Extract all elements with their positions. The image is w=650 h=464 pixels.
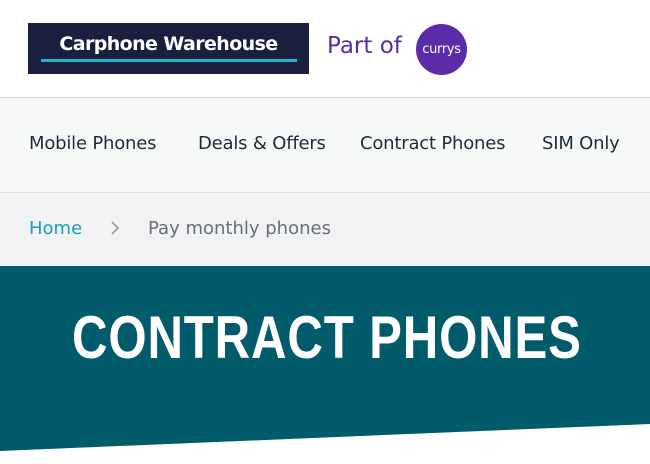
logo-underline [40, 58, 297, 62]
nav-sim-only[interactable]: SIM Only [542, 133, 620, 154]
breadcrumb: Home Pay monthly phones [0, 193, 650, 266]
part-of-label: Part of [327, 33, 402, 59]
nav-mobile-phones[interactable]: Mobile Phones [29, 133, 157, 154]
currys-logo-text: currys [422, 42, 461, 57]
breadcrumb-current-page: Pay monthly phones [148, 218, 331, 239]
nav-deals-offers[interactable]: Deals & Offers [198, 133, 326, 154]
hero-banner: CONTRACT PHONES [0, 266, 650, 464]
main-navigation: Mobile Phones Deals & Offers Contract Ph… [0, 97, 650, 193]
breadcrumb-home-link[interactable]: Home [29, 218, 82, 239]
site-header: Carphone Warehouse Part of currys [0, 0, 650, 97]
chevron-right-icon [111, 221, 120, 235]
logo-text: Carphone Warehouse [59, 32, 278, 55]
currys-logo-badge[interactable]: currys [416, 24, 467, 75]
carphone-warehouse-logo[interactable]: Carphone Warehouse [28, 23, 309, 74]
nav-contract-phones[interactable]: Contract Phones [360, 133, 505, 154]
page-title: CONTRACT PHONES [72, 304, 582, 371]
